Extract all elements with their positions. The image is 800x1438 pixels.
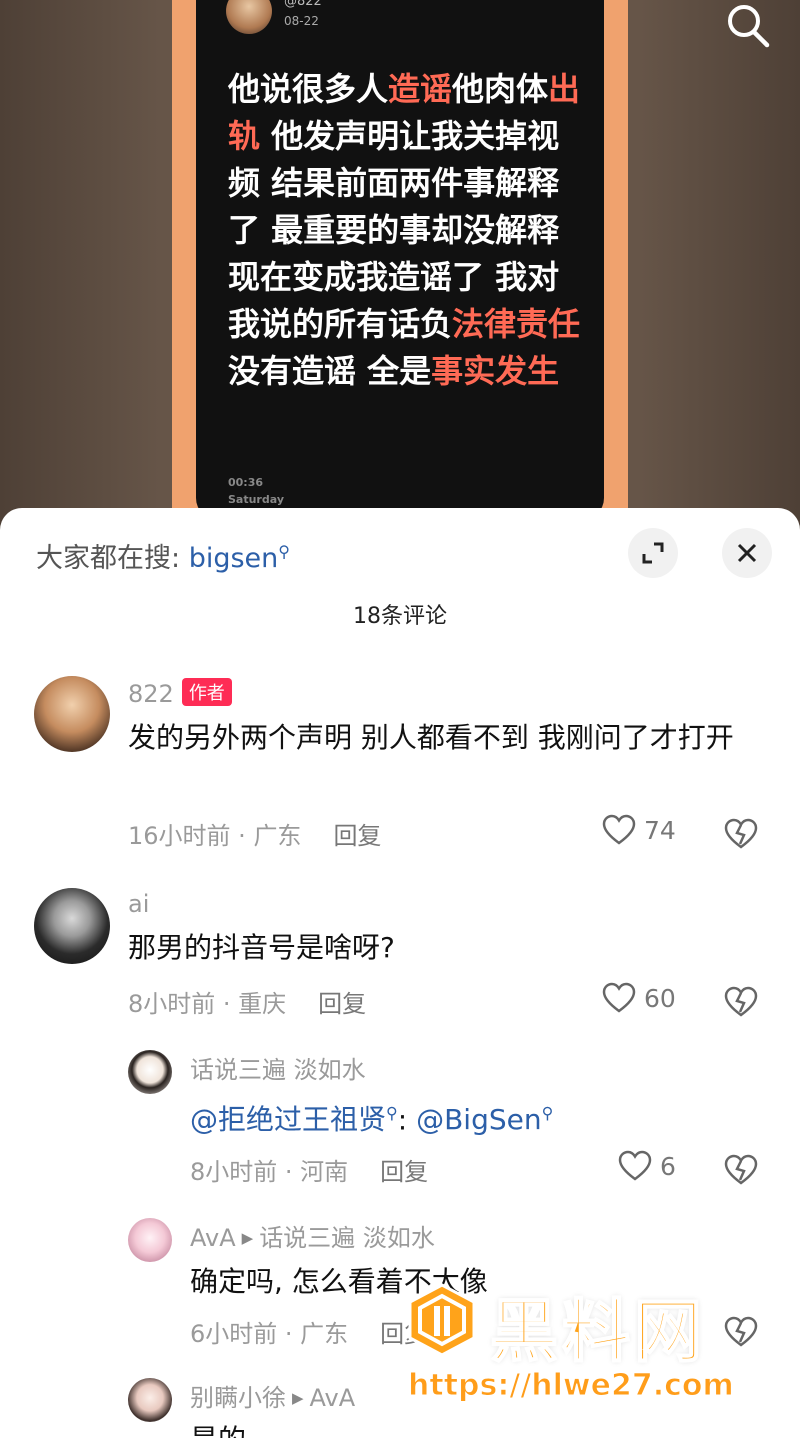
reply-author[interactable]: AvA ▶ 话说三遍 淡如水 [190,1218,435,1253]
video-text-card: @822 08-22 他说很多人造谣他肉体出轨 他发声明让我关掉视频 结果前面两… [196,0,604,520]
trend-term-link[interactable]: bigsen⚲ [189,542,290,574]
search-small-icon: ⚲ [386,1104,398,1123]
watermark: 黑料网 https://hlwe27.com [404,1282,774,1412]
search-small-icon: ⚲ [278,542,290,561]
broken-heart-icon [724,986,758,1017]
close-button[interactable] [722,528,772,578]
like-count: 60 [644,983,676,1013]
comment-text: 那男的抖音号是啥呀? [128,931,395,964]
reply-meta: 6小时前 · 广东 回复 [190,1320,429,1348]
reply-arrow-icon: ▶ [292,1389,304,1407]
card-handle: @822 [284,0,322,9]
card-avatar [226,0,272,34]
dislike-button[interactable] [724,1154,758,1190]
avatar[interactable] [128,1050,172,1094]
like-count: 6 [660,1151,676,1181]
reply-meta: 8小时前 · 河南 回复 [190,1158,429,1186]
heart-icon [618,1150,652,1181]
comment-count: 18条评论 [353,604,447,629]
close-icon [737,543,757,563]
avatar[interactable] [34,676,110,752]
comment-text: 发的另外两个声明 别人都看不到 我刚问了才打开 [128,721,734,754]
reply-author[interactable]: 别瞒小徐 ▶ AvA [190,1378,355,1413]
trend-label: 大家都在搜: [36,543,181,574]
mention-link[interactable]: @BigSen⚲ [416,1103,553,1136]
avatar[interactable] [128,1218,172,1262]
comment-author[interactable]: ai [128,890,149,918]
heart-icon [602,814,636,845]
watermark-url: https://hlwe27.com [408,1368,735,1404]
card-time: 00:36 [228,476,264,489]
caption-segment: 没有造谣 全是 [228,352,432,390]
mention-link[interactable]: @拒绝过王祖贤⚲ [190,1103,398,1136]
avatar[interactable] [34,888,110,964]
search-button[interactable] [722,0,772,50]
caption-segment: 他说很多人 [228,70,389,108]
like-button[interactable]: 60 [602,982,676,1014]
broken-heart-icon [724,818,758,849]
expand-icon [642,542,664,564]
expand-button[interactable] [628,528,678,578]
reply-text: @拒绝过王祖贤⚲: @BigSen⚲ [190,1103,554,1137]
like-button[interactable]: 6 [618,1150,676,1182]
watermark-logo-icon [408,1283,476,1357]
reply-button[interactable]: 回复 [318,990,366,1018]
reply-button[interactable]: 回复 [333,822,381,850]
like-button[interactable]: 74 [602,814,676,846]
video-caption-text: 他说很多人造谣他肉体出轨 他发声明让我关掉视频 结果前面两件事解释了 最重要的事… [228,66,588,395]
dislike-button[interactable] [724,818,758,854]
caption-segment: 他肉体 [452,70,549,108]
broken-heart-icon [724,1154,758,1185]
video-player[interactable]: @822 08-22 他说很多人造谣他肉体出轨 他发声明让我关掉视频 结果前面两… [0,0,800,540]
caption-highlight: 造谣 [388,70,453,108]
comment-meta: 16小时前 · 广东 回复 [128,822,382,850]
like-count: 74 [644,815,676,845]
heart-icon [602,982,636,1013]
dislike-button[interactable] [724,986,758,1022]
comment-author[interactable]: 822 作者 [128,678,232,708]
card-day: Saturday [228,493,284,506]
reply-arrow-icon: ▶ [241,1229,254,1247]
author-tag: 作者 [181,678,232,706]
search-icon [728,5,770,48]
watermark-title: 黑料网 [489,1292,707,1373]
comment-meta: 8小时前 · 重庆 回复 [128,990,367,1018]
caption-highlight: 事实发生 [431,352,560,390]
avatar[interactable] [128,1378,172,1422]
card-date: 08-22 [284,14,319,28]
reply-text: 是的 [190,1418,760,1438]
reply-button[interactable]: 回复 [380,1158,428,1186]
reply-author[interactable]: 话说三遍 淡如水 [190,1050,366,1085]
search-small-icon: ⚲ [541,1104,554,1123]
trending-search[interactable]: 大家都在搜: bigsen⚲ [36,536,290,575]
caption-highlight: 法律责任 [452,305,581,343]
